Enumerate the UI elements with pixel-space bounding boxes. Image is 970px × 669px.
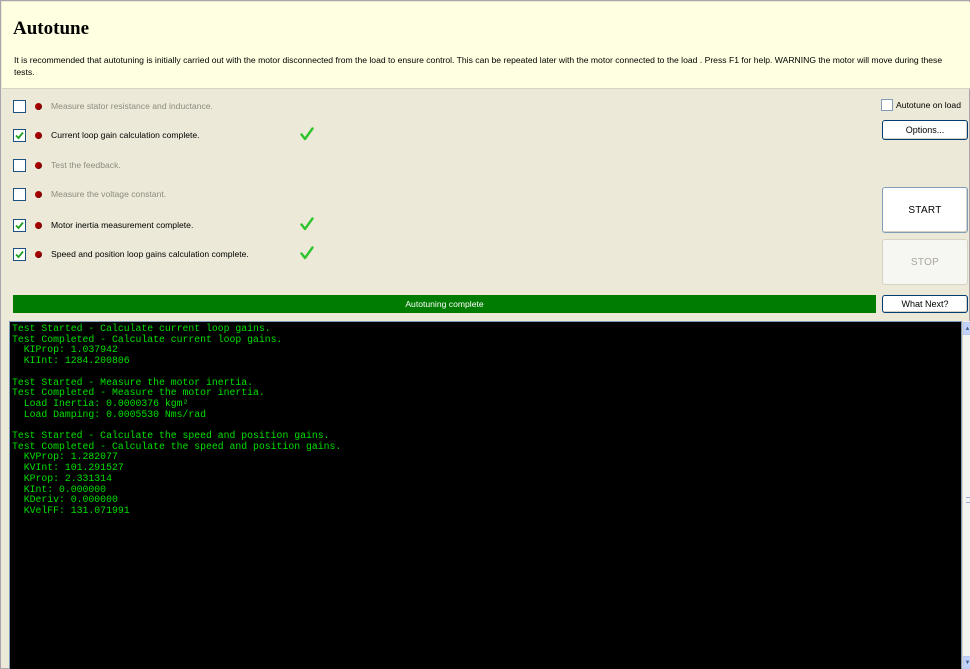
status-dot-icon bbox=[35, 131, 42, 139]
status-dot-icon bbox=[35, 190, 42, 198]
status-dot-icon bbox=[35, 221, 42, 229]
autotune-on-load-option[interactable]: Autotune on load bbox=[881, 99, 961, 111]
console-scrollbar[interactable]: ▲ ▼ bbox=[962, 321, 970, 669]
header-panel: Autotune It is recommended that autotuni… bbox=[2, 2, 970, 89]
console-text: Test Started - Calculate current loop ga… bbox=[12, 323, 342, 516]
task-label: Measure the voltage constant. bbox=[51, 189, 167, 199]
options-button[interactable]: Options... bbox=[882, 120, 968, 140]
task-checkbox[interactable] bbox=[13, 99, 26, 113]
task-row: Measure the voltage constant. bbox=[13, 186, 166, 202]
scrollbar-grip[interactable] bbox=[966, 497, 970, 503]
green-tick-icon bbox=[300, 246, 314, 265]
autotune-on-load-checkbox[interactable] bbox=[881, 99, 893, 111]
task-checkbox[interactable] bbox=[13, 218, 26, 232]
task-checkbox[interactable] bbox=[13, 247, 26, 261]
scroll-up-arrow-icon[interactable]: ▲ bbox=[963, 322, 970, 335]
task-checkbox[interactable] bbox=[13, 187, 26, 201]
autotune-window: Autotune It is recommended that autotuni… bbox=[0, 0, 970, 669]
description-text: It is recommended that autotuning is ini… bbox=[14, 55, 943, 77]
status-bar: Autotuning complete bbox=[13, 295, 876, 313]
status-dot-icon bbox=[35, 161, 42, 169]
scroll-down-arrow-icon[interactable]: ▼ bbox=[963, 656, 970, 669]
stop-button[interactable]: STOP bbox=[882, 239, 968, 285]
autotune-on-load-label: Autotune on load bbox=[896, 100, 961, 110]
status-dot-icon bbox=[35, 250, 42, 258]
task-label: Test the feedback. bbox=[51, 160, 121, 170]
green-tick-icon bbox=[300, 127, 314, 146]
task-checkbox[interactable] bbox=[13, 158, 26, 172]
green-tick-icon bbox=[300, 217, 314, 236]
task-label: Measure stator resistance and inductance… bbox=[51, 101, 213, 111]
task-label: Motor inertia measurement complete. bbox=[51, 220, 194, 230]
task-label: Current loop gain calculation complete. bbox=[51, 130, 200, 140]
status-dot-icon bbox=[35, 102, 42, 110]
task-label: Speed and position loop gains calculatio… bbox=[51, 249, 249, 259]
task-checkbox[interactable] bbox=[13, 128, 26, 142]
task-row: Measure stator resistance and inductance… bbox=[13, 98, 213, 114]
task-row: Test the feedback. bbox=[13, 157, 121, 173]
what-next-button[interactable]: What Next? bbox=[882, 295, 968, 313]
output-console[interactable]: Test Started - Calculate current loop ga… bbox=[9, 321, 962, 669]
page-title: Autotune bbox=[13, 18, 90, 39]
start-button[interactable]: START bbox=[882, 187, 968, 233]
task-row: Current loop gain calculation complete. bbox=[13, 127, 314, 143]
task-row: Speed and position loop gains calculatio… bbox=[13, 246, 314, 262]
task-row: Motor inertia measurement complete. bbox=[13, 217, 314, 233]
